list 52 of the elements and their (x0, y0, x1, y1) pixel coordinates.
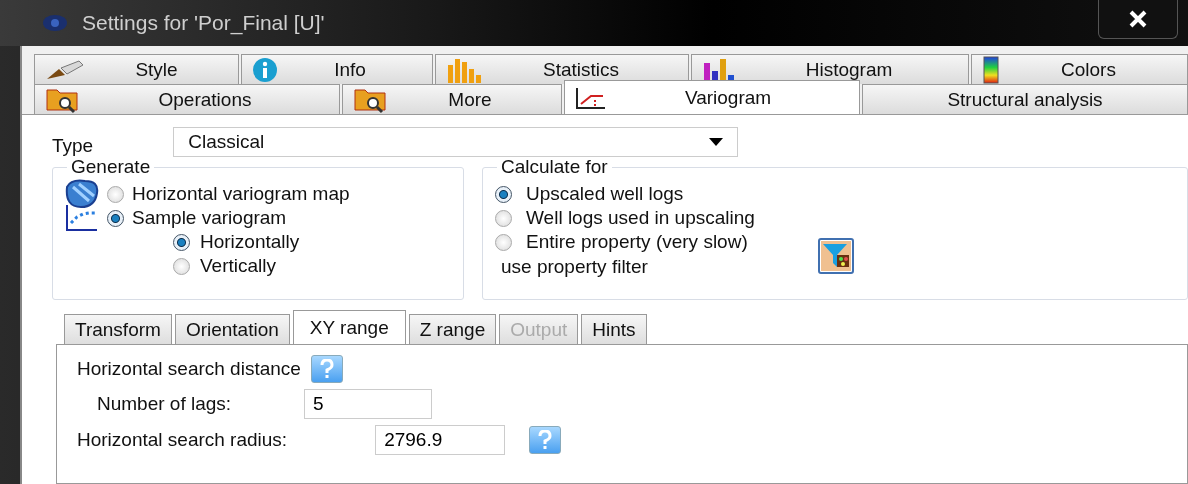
option-label: Horizontally (200, 231, 300, 253)
help-button[interactable] (310, 355, 343, 383)
caret-icon (709, 138, 724, 146)
tab[interactable]: Statistics (435, 54, 689, 84)
option-label: Well logs used in upscaling (526, 207, 755, 229)
field-label: Number of lags: (97, 393, 233, 415)
tab[interactable]: Style (34, 54, 239, 84)
tab[interactable]: Info (241, 54, 433, 84)
option-label: Upscaled well logs (526, 183, 684, 205)
radio-button[interactable] (495, 233, 512, 251)
type-dropdown[interactable]: Classical (173, 127, 739, 157)
tab[interactable]: Operations (34, 84, 340, 114)
funnel-icon (820, 241, 851, 271)
field-label: Horizontal search radius: (77, 429, 288, 451)
option-label: Horizontal variogram map (132, 183, 350, 205)
filter-button[interactable] (817, 238, 854, 274)
tab[interactable]: Hints (581, 314, 647, 344)
tab[interactable]: Variogram (564, 80, 860, 114)
tab[interactable]: Z range (408, 314, 497, 344)
info-icon (252, 56, 278, 83)
scatter-chart-icon (63, 203, 99, 233)
input-field[interactable]: 2796.9 (375, 425, 506, 455)
radio-button[interactable] (107, 185, 124, 203)
tab[interactable]: Orientation (174, 314, 290, 344)
app-icon (42, 13, 68, 33)
section-label: Horizontal search distance (77, 358, 301, 380)
option-label: Sample variogram (132, 207, 287, 229)
close-button[interactable] (1098, 0, 1178, 39)
bar-chart-icon (446, 56, 484, 83)
type-label: Type (52, 135, 94, 157)
radio-button[interactable] (495, 209, 512, 227)
radio-button[interactable] (173, 257, 190, 275)
radio-button[interactable] (495, 185, 512, 203)
input-field[interactable]: 5 (304, 389, 432, 419)
option-label: Entire property (very slow) (526, 231, 748, 253)
brush-icon (45, 58, 85, 81)
radio-button[interactable] (107, 209, 124, 227)
tab[interactable]: XY range (292, 310, 406, 344)
filter-label: use property filter (501, 256, 648, 278)
tab[interactable]: Colors (971, 54, 1188, 84)
variogram-icon (575, 85, 607, 110)
option-label: Vertically (200, 255, 277, 277)
radio-button[interactable] (173, 233, 190, 251)
window-title: Settings for 'Por_Final [U]' (82, 11, 326, 35)
color-scale-icon (982, 55, 1000, 84)
tab[interactable]: Histogram (691, 54, 969, 84)
tab[interactable]: Transform (64, 314, 172, 344)
map-icon (63, 179, 99, 209)
help-button[interactable] (529, 426, 562, 454)
close-icon (1128, 9, 1148, 28)
tab[interactable]: Structural analysis (862, 84, 1188, 114)
tab[interactable]: More (342, 84, 562, 114)
